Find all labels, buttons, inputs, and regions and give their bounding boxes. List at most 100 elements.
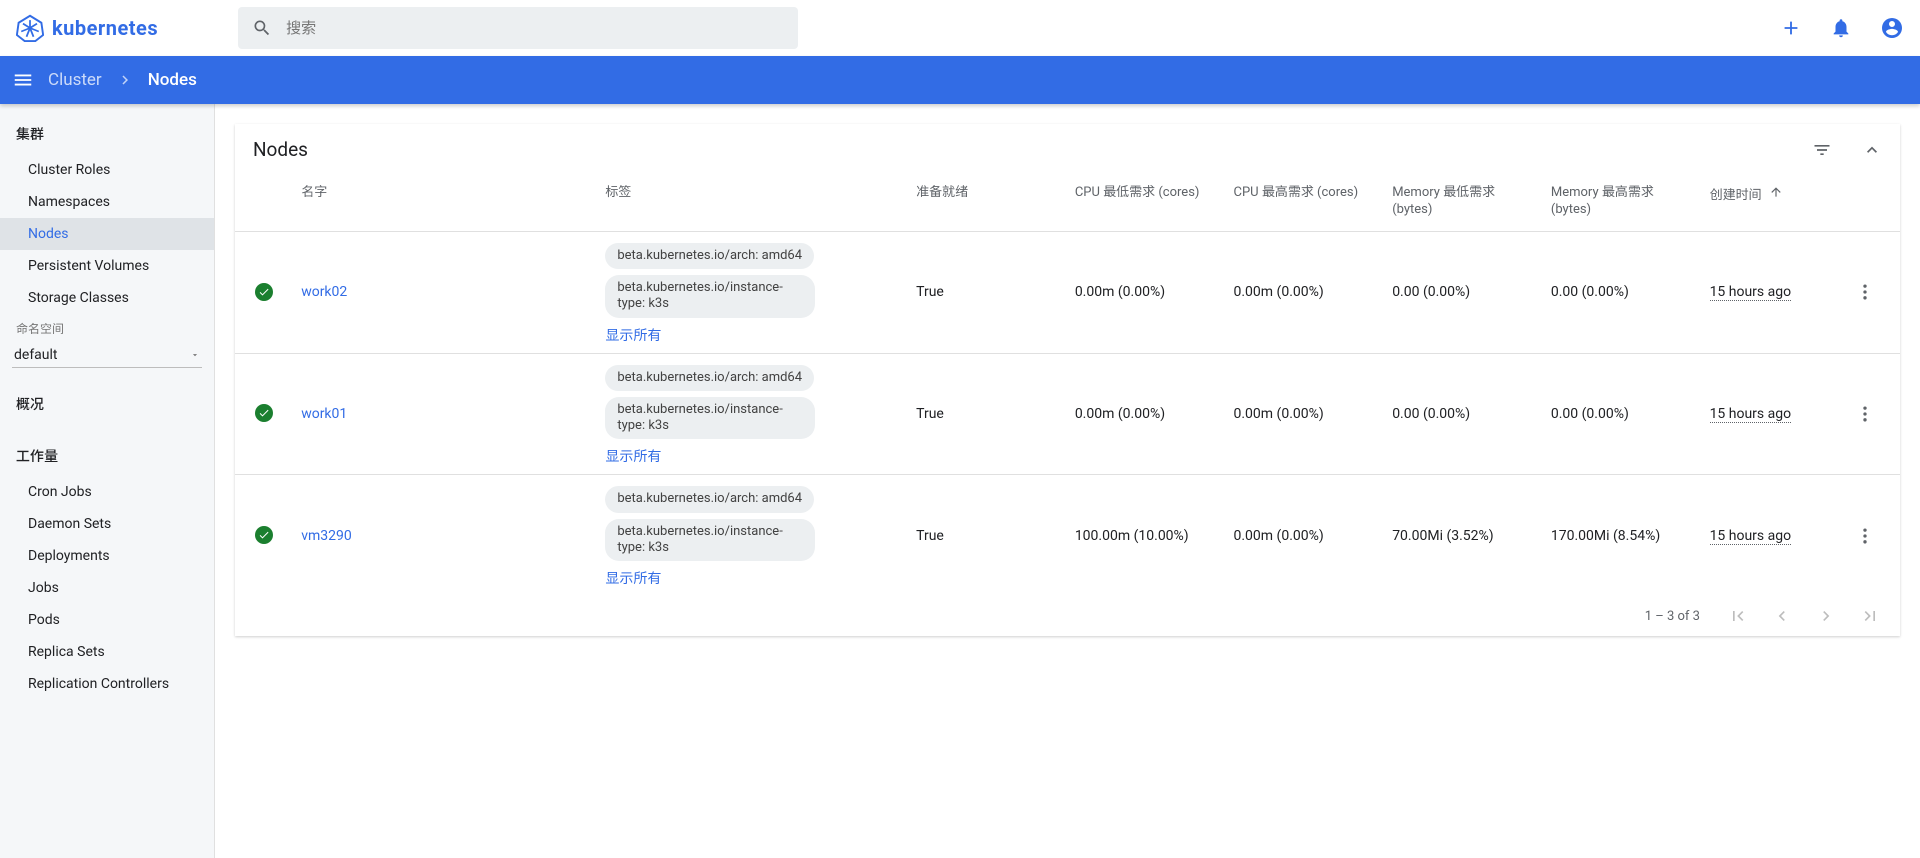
table-row: work01beta.kubernetes.io/arch: amd64beta… — [235, 353, 1900, 475]
col-cpu-req[interactable]: CPU 最低需求 (cores) — [1067, 175, 1226, 231]
page-next[interactable] — [1816, 606, 1836, 626]
sidebar-section-workloads[interactable]: 工作量 — [0, 438, 214, 476]
sidebar-section-namespace: 命名空间 — [0, 314, 214, 341]
cell-mem-req: 0.00 (0.00%) — [1384, 231, 1543, 353]
page-first[interactable] — [1728, 606, 1748, 626]
chevron-right-icon — [116, 71, 134, 89]
pagination-range: 1 – 3 of 3 — [1645, 609, 1700, 624]
notifications-button[interactable] — [1830, 17, 1852, 39]
row-menu-button[interactable] — [1847, 231, 1900, 353]
col-cpu-lim[interactable]: CPU 最高需求 (cores) — [1226, 175, 1385, 231]
table-row: work02 beta.kubernetes.io/arch: amd64 beta… — [235, 231, 1900, 353]
label-chip: beta.kubernetes.io/instance-type: k3s — [605, 397, 815, 440]
label-chip: beta.kubernetes.io/arch: amd64 — [605, 243, 814, 269]
sidebar-item-namespaces[interactable]: Namespaces — [0, 186, 214, 218]
node-link[interactable]: vm3290 — [301, 528, 352, 544]
cell-age: 15 hours ago — [1710, 284, 1792, 301]
cell-ready: True — [908, 353, 1067, 475]
create-button[interactable] — [1780, 17, 1802, 39]
kubernetes-icon — [16, 14, 44, 42]
status-ok-icon — [255, 404, 273, 422]
top-bar: kubernetes — [0, 0, 1920, 56]
cell-age: 15 hours ago — [1710, 406, 1792, 423]
show-all-labels[interactable]: 显示所有 — [605, 325, 661, 345]
cell-cpu-lim: 0.00m (0.00%) — [1226, 475, 1385, 596]
col-labels[interactable]: 标签 — [597, 175, 908, 231]
label-chip: beta.kubernetes.io/instance-type: k3s — [605, 519, 815, 562]
brand-text: kubernetes — [52, 16, 158, 40]
col-mem-lim[interactable]: Memory 最高需求 (bytes) — [1543, 175, 1702, 231]
namespace-value: default — [14, 347, 58, 363]
nodes-table: 名字 标签 准备就绪 CPU 最低需求 (cores) CPU 最高需求 (co… — [235, 175, 1900, 596]
cell-ready: True — [908, 231, 1067, 353]
cell-mem-lim: 0.00 (0.00%) — [1543, 353, 1702, 475]
search-icon — [252, 18, 272, 38]
status-ok-icon — [255, 526, 273, 544]
sidebar-item-replication-controllers[interactable]: Replication Controllers — [0, 668, 214, 700]
table-row: vm3290 beta.kubernetes.io/arch: amd64 beta… — [235, 475, 1900, 596]
col-ready[interactable]: 准备就绪 — [908, 175, 1067, 231]
filter-icon — [1812, 140, 1832, 160]
collapse-button[interactable] — [1862, 140, 1882, 160]
cell-cpu-req: 100.00m (10.00%) — [1067, 475, 1226, 596]
pagination: 1 – 3 of 3 — [235, 596, 1900, 636]
card-title: Nodes — [253, 138, 1812, 161]
label-chip: beta.kubernetes.io/instance-type: k3s — [605, 275, 815, 318]
sort-asc-icon — [1769, 185, 1783, 199]
account-icon — [1880, 16, 1904, 40]
brand-logo[interactable]: kubernetes — [16, 14, 158, 42]
sidebar-section-overview[interactable]: 概况 — [0, 386, 214, 424]
cell-mem-lim: 0.00 (0.00%) — [1543, 231, 1702, 353]
sidebar-item-storage-classes[interactable]: Storage Classes — [0, 282, 214, 314]
breadcrumb-bar: Cluster Nodes — [0, 56, 1920, 104]
sidebar-item-cron-jobs[interactable]: Cron Jobs — [0, 476, 214, 508]
menu-toggle[interactable] — [12, 69, 34, 91]
cell-mem-req: 70.00Mi (3.52%) — [1384, 475, 1543, 596]
account-button[interactable] — [1880, 16, 1904, 40]
sidebar-section-cluster[interactable]: 集群 — [0, 116, 214, 154]
sidebar-item-jobs[interactable]: Jobs — [0, 572, 214, 604]
breadcrumb-root[interactable]: Cluster — [48, 70, 102, 90]
page-prev[interactable] — [1772, 606, 1792, 626]
bell-icon — [1830, 17, 1852, 39]
col-created[interactable]: 创建时间 — [1702, 175, 1847, 231]
show-all-labels[interactable]: 显示所有 — [605, 446, 661, 466]
namespace-selector[interactable]: default — [12, 343, 202, 368]
cell-mem-lim: 170.00Mi (8.54%) — [1543, 475, 1702, 596]
sidebar: 集群 Cluster RolesNamespacesNodesPersisten… — [0, 104, 215, 858]
sidebar-item-deployments[interactable]: Deployments — [0, 540, 214, 572]
sidebar-item-daemon-sets[interactable]: Daemon Sets — [0, 508, 214, 540]
sidebar-item-replica-sets[interactable]: Replica Sets — [0, 636, 214, 668]
dropdown-icon — [190, 350, 200, 360]
sidebar-item-persistent-volumes[interactable]: Persistent Volumes — [0, 250, 214, 282]
filter-button[interactable] — [1812, 140, 1832, 160]
col-mem-req[interactable]: Memory 最低需求 (bytes) — [1384, 175, 1543, 231]
col-name[interactable]: 名字 — [293, 175, 597, 231]
sidebar-item-nodes[interactable]: Nodes — [0, 218, 214, 250]
chevron-up-icon — [1862, 140, 1882, 160]
row-menu-button[interactable] — [1847, 475, 1900, 596]
row-menu-button[interactable] — [1847, 353, 1900, 475]
label-chip: beta.kubernetes.io/arch: amd64 — [605, 486, 814, 512]
plus-icon — [1780, 17, 1802, 39]
content-area: Nodes 名字 标签 准备就绪 — [215, 104, 1920, 858]
cell-cpu-lim: 0.00m (0.00%) — [1226, 353, 1385, 475]
sidebar-item-cluster-roles[interactable]: Cluster Roles — [0, 154, 214, 186]
status-ok-icon — [255, 283, 273, 301]
breadcrumb-current: Nodes — [148, 70, 197, 90]
cell-cpu-req: 0.00m (0.00%) — [1067, 231, 1226, 353]
sidebar-item-pods[interactable]: Pods — [0, 604, 214, 636]
cell-cpu-lim: 0.00m (0.00%) — [1226, 231, 1385, 353]
search-box[interactable] — [238, 7, 798, 49]
cell-ready: True — [908, 475, 1067, 596]
nodes-card: Nodes 名字 标签 准备就绪 — [235, 124, 1900, 636]
cell-cpu-req: 0.00m (0.00%) — [1067, 353, 1226, 475]
cell-mem-req: 0.00 (0.00%) — [1384, 353, 1543, 475]
search-input[interactable] — [286, 20, 784, 37]
node-link[interactable]: work01 — [301, 406, 347, 422]
show-all-labels[interactable]: 显示所有 — [605, 568, 661, 588]
node-link[interactable]: work02 — [301, 284, 347, 300]
cell-age: 15 hours ago — [1710, 528, 1792, 545]
hamburger-icon — [12, 69, 34, 91]
page-last[interactable] — [1860, 606, 1880, 626]
